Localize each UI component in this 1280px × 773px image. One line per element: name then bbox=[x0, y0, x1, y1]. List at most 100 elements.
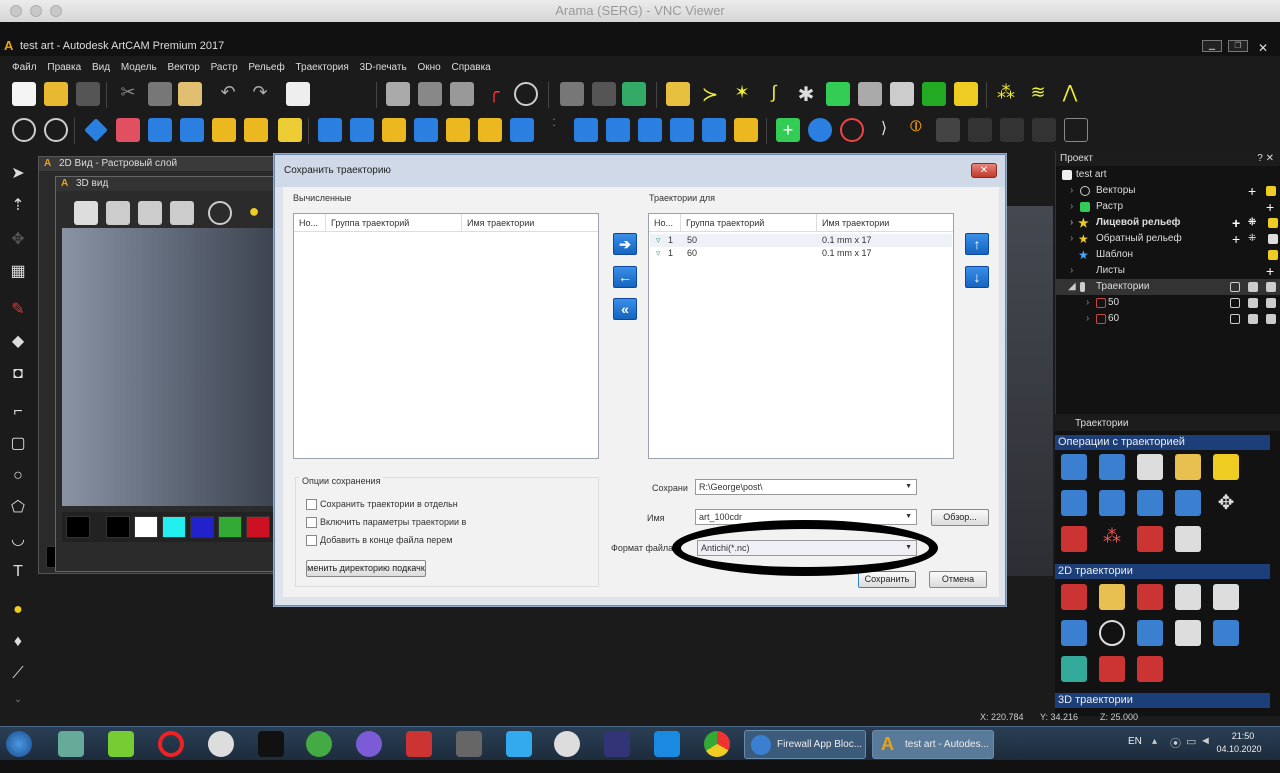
save-in-combo[interactable]: R:\George\post\ ▼ bbox=[695, 479, 917, 495]
relief-stack-icon[interactable] bbox=[180, 118, 204, 142]
toolpaths-for-list[interactable]: Но... Группа траекторий Имя траектории ▿… bbox=[648, 213, 954, 459]
open-folder-icon[interactable] bbox=[44, 82, 68, 106]
layers-icon[interactable] bbox=[858, 82, 882, 106]
swatch3d-black[interactable] bbox=[106, 516, 130, 538]
tool-icon[interactable] bbox=[592, 82, 616, 106]
relief-f-icon[interactable] bbox=[478, 118, 502, 142]
grid-add-icon[interactable]: ⁜ bbox=[1248, 231, 1256, 247]
menu-view[interactable]: Вид bbox=[92, 62, 110, 73]
cube-side-icon[interactable] bbox=[138, 201, 162, 225]
pointer-icon[interactable]: ╭ bbox=[482, 82, 506, 106]
browse-button[interactable]: Обзор... bbox=[931, 509, 989, 526]
expand-icon[interactable]: › bbox=[1070, 183, 1073, 199]
green-circle-icon[interactable] bbox=[306, 731, 332, 757]
tool-icon[interactable] bbox=[1266, 298, 1276, 308]
zoom-3d-icon[interactable] bbox=[208, 201, 232, 225]
transform-tool-icon[interactable]: ✥ bbox=[8, 230, 28, 250]
relief-o-icon[interactable] bbox=[808, 118, 832, 142]
menu-window[interactable]: Окно bbox=[417, 62, 440, 73]
dimension-icon[interactable] bbox=[386, 82, 410, 106]
language-indicator[interactable]: EN bbox=[1128, 736, 1142, 747]
black-box-icon[interactable] bbox=[258, 731, 284, 757]
clock-date[interactable]: 04.10.2020 bbox=[1214, 744, 1264, 754]
import-icon[interactable] bbox=[1213, 454, 1239, 480]
tray-chevron-icon[interactable]: ▴ bbox=[1152, 736, 1157, 747]
col-group[interactable]: Группа траекторий bbox=[326, 214, 462, 232]
sculpt-icon[interactable]: ♦ bbox=[8, 632, 28, 652]
spiral-icon[interactable] bbox=[1061, 656, 1087, 682]
menu-help[interactable]: Справка bbox=[452, 62, 491, 73]
append-variables-checkbox[interactable]: Добавить в конце файла перем bbox=[306, 534, 466, 546]
section-toolpath-ops[interactable]: Операции с траекторией bbox=[1055, 435, 1270, 450]
relief-sculpt-icon[interactable] bbox=[148, 118, 172, 142]
change-swap-dir-button[interactable]: менить директорию подкачк bbox=[306, 560, 426, 577]
menu-vector[interactable]: Вектор bbox=[168, 62, 200, 73]
start-button-icon[interactable] bbox=[6, 731, 32, 757]
copy-icon[interactable] bbox=[148, 82, 172, 106]
relief-m-icon[interactable] bbox=[702, 118, 726, 142]
snowflake-icon[interactable]: ✱ bbox=[794, 82, 818, 106]
add-icon[interactable]: + bbox=[1266, 199, 1274, 215]
expand-icon[interactable]: › bbox=[1070, 199, 1073, 215]
feather-icon[interactable] bbox=[554, 731, 580, 757]
tray-volume-icon[interactable]: ◄ bbox=[1200, 735, 1211, 747]
relief-b-icon[interactable] bbox=[350, 118, 374, 142]
frame-icon[interactable] bbox=[890, 82, 914, 106]
pen-icon[interactable]: ✎ bbox=[8, 300, 28, 320]
table-row[interactable]: ▿ 1 50 0.1 mm x 17 bbox=[650, 234, 952, 247]
zoom-traffic-icon[interactable] bbox=[50, 5, 62, 17]
col-no[interactable]: Но... bbox=[649, 214, 681, 232]
screen-record-icon[interactable] bbox=[406, 731, 432, 757]
menu-3dprint[interactable]: 3D-печать bbox=[360, 62, 407, 73]
tool-icon[interactable] bbox=[1266, 314, 1276, 324]
notes-icon[interactable] bbox=[286, 82, 310, 106]
curve-icon[interactable]: ∫ bbox=[762, 82, 786, 106]
cancel-button[interactable]: Отмена bbox=[929, 571, 987, 588]
tree-item-sheets[interactable]: › Листы + bbox=[1056, 263, 1280, 279]
task-firewall[interactable]: Firewall App Bloc... bbox=[744, 730, 866, 759]
relief-yellow-icon[interactable] bbox=[244, 118, 268, 142]
expand-icon[interactable]: › bbox=[1070, 215, 1073, 231]
profile-icon[interactable] bbox=[1099, 584, 1125, 610]
tool-outline-icon[interactable] bbox=[1230, 282, 1240, 292]
cut-icon[interactable]: ✂ bbox=[116, 82, 140, 106]
undo-icon[interactable]: ↶ bbox=[216, 82, 240, 106]
drop-icon[interactable]: ● bbox=[8, 600, 28, 620]
target-icon[interactable] bbox=[1099, 620, 1125, 646]
relief-k-icon[interactable] bbox=[638, 118, 662, 142]
swatch3d-cyan[interactable] bbox=[162, 516, 186, 538]
relief-icon[interactable] bbox=[826, 82, 850, 106]
eye-app-icon[interactable] bbox=[208, 731, 234, 757]
wave-icon[interactable]: ≋ bbox=[1026, 82, 1050, 106]
menu-toolpath[interactable]: Траектория bbox=[296, 62, 349, 73]
grid-tool-icon[interactable]: ▦ bbox=[8, 262, 28, 282]
collapse-icon[interactable]: ◢ bbox=[1068, 279, 1076, 295]
task-artcam[interactable]: A test art - Autodes... bbox=[872, 730, 994, 759]
swatch3d-black-fg[interactable] bbox=[66, 516, 90, 538]
cube-top-icon[interactable] bbox=[170, 201, 194, 225]
vbit-icon[interactable] bbox=[1061, 620, 1087, 646]
cube-front-icon[interactable] bbox=[74, 201, 98, 225]
set-icon[interactable] bbox=[1137, 490, 1163, 516]
tree-item-toolpaths[interactable]: ◢ Траектории bbox=[1056, 279, 1280, 295]
relief-q-icon[interactable]: ⟩ bbox=[872, 118, 896, 142]
separate-files-checkbox[interactable]: Сохранить траектории в отдельн bbox=[306, 498, 466, 510]
tree-item-toolpath-50[interactable]: › 50 bbox=[1056, 295, 1280, 311]
texture-icon[interactable] bbox=[212, 118, 236, 142]
grid-red-icon[interactable] bbox=[1137, 656, 1163, 682]
move-all-left-button[interactable]: « bbox=[613, 298, 637, 320]
section-3d-toolpaths[interactable]: 3D траектории bbox=[1055, 693, 1270, 708]
save-toolpath-icon[interactable] bbox=[1061, 454, 1087, 480]
relief-u-icon[interactable] bbox=[1000, 118, 1024, 142]
paste-icon[interactable] bbox=[178, 82, 202, 106]
move-icon[interactable]: ✥ bbox=[1213, 490, 1239, 516]
computed-list[interactable]: Но... Группа траекторий Имя траектории bbox=[293, 213, 599, 459]
bevel-icon[interactable] bbox=[1175, 620, 1201, 646]
relief-n-icon[interactable] bbox=[734, 118, 758, 142]
block-icon[interactable] bbox=[1137, 526, 1163, 552]
tile-icon[interactable] bbox=[922, 82, 946, 106]
fill-icon[interactable]: ◘ bbox=[8, 364, 28, 384]
save-button[interactable]: Сохранить bbox=[858, 571, 916, 588]
arc-icon[interactable]: ◡ bbox=[8, 530, 28, 550]
simulate-icon[interactable] bbox=[1061, 490, 1087, 516]
